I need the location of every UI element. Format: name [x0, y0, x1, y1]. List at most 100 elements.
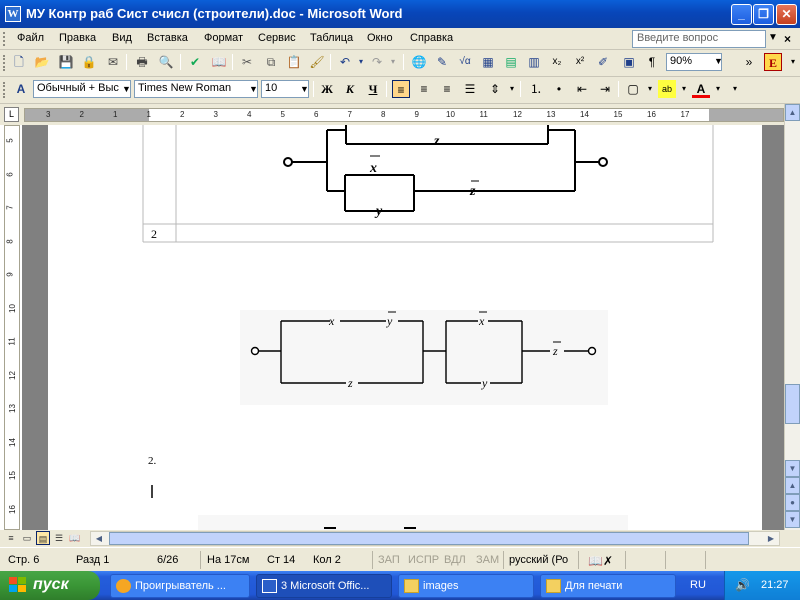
previous-page-icon[interactable]: ▲: [785, 477, 800, 494]
print-preview-icon[interactable]: 🔍: [157, 53, 175, 71]
style-select[interactable]: Обычный + Выс: [33, 80, 131, 98]
superscript-icon[interactable]: x²: [571, 53, 589, 71]
drawing-icon[interactable]: ✐: [594, 53, 612, 71]
line-spacing-icon[interactable]: ⇕: [486, 80, 504, 98]
chevron-down-icon[interactable]: ▼: [300, 84, 309, 94]
chevron-down-icon[interactable]: ▼: [122, 84, 131, 94]
copy-icon[interactable]: ⧉: [262, 53, 280, 71]
scroll-up-icon[interactable]: ▲: [785, 104, 800, 121]
task-images-folder[interactable]: images: [398, 574, 534, 598]
bold-button[interactable]: Ж: [318, 80, 336, 98]
close-document-icon[interactable]: ×: [784, 32, 791, 46]
status-track-changes[interactable]: ИСПР: [408, 554, 439, 566]
normal-view-icon[interactable]: ≡: [4, 531, 18, 545]
document-area[interactable]: z x y z 2 x y z x y z 2.: [22, 125, 784, 530]
format-painter-icon[interactable]: 🖌: [308, 53, 326, 71]
task-media-player[interactable]: Проигрыватель ...: [110, 574, 250, 598]
horizontal-ruler[interactable]: 3 2 1 1 2 3 4 5 6 7 8 9 10 11 12 13 14 15 16 17: [24, 108, 784, 122]
start-button[interactable]: пуск: [0, 571, 100, 600]
print-layout-icon[interactable]: ▤: [36, 531, 50, 545]
chevron-down-icon[interactable]: ▼: [768, 32, 778, 43]
cut-icon[interactable]: ✂: [238, 53, 256, 71]
vertical-scrollbar[interactable]: ▲ ▼ ▲ ● ▼: [784, 104, 800, 530]
insert-table-icon[interactable]: ▦: [479, 53, 497, 71]
menu-insert[interactable]: Вставка: [147, 32, 188, 44]
font-select[interactable]: Times New Roman: [134, 80, 258, 98]
align-left-icon[interactable]: ≡: [392, 80, 410, 98]
menu-format[interactable]: Формат: [204, 32, 243, 44]
menu-view[interactable]: Вид: [112, 32, 132, 44]
chevron-down-icon[interactable]: ▾: [675, 80, 693, 98]
word-app-icon[interactable]: W: [5, 6, 21, 22]
clock[interactable]: 21:27: [761, 579, 789, 591]
chevron-down-icon[interactable]: ▾: [503, 80, 521, 98]
tables-borders-icon[interactable]: ✎: [433, 53, 451, 71]
new-document-icon[interactable]: 🗋: [10, 53, 28, 71]
insert-excel-icon[interactable]: ▤: [502, 53, 520, 71]
spelling-status-icon[interactable]: 📖✗: [588, 554, 613, 568]
scroll-left-icon[interactable]: ◀: [91, 532, 107, 545]
toolbar-options-icon[interactable]: »: [740, 53, 758, 71]
network-icon[interactable]: 🔊: [735, 578, 750, 592]
subscript-icon[interactable]: x₂: [548, 53, 566, 71]
addin-e-icon[interactable]: E: [764, 53, 782, 71]
menu-tools[interactable]: Сервис: [258, 32, 296, 44]
browse-object-icon[interactable]: ●: [785, 494, 800, 511]
status-overtype[interactable]: ЗАМ: [476, 554, 499, 566]
borders-icon[interactable]: ▢: [624, 80, 642, 98]
open-folder-icon[interactable]: 📂: [33, 53, 51, 71]
status-record[interactable]: ЗАП: [378, 554, 400, 566]
reading-view-icon[interactable]: 📖: [68, 531, 82, 545]
justify-icon[interactable]: ☰: [461, 80, 479, 98]
underline-button[interactable]: Ч: [364, 80, 382, 98]
bullets-icon[interactable]: •: [550, 80, 568, 98]
document-page[interactable]: z x y z 2 x y z x y z 2.: [48, 125, 762, 530]
equation-icon[interactable]: √α: [456, 53, 474, 71]
hyperlink-icon[interactable]: 🌐: [410, 53, 428, 71]
chevron-down-icon[interactable]: ▼: [714, 56, 723, 66]
close-button[interactable]: ✕: [776, 4, 797, 25]
italic-button[interactable]: К: [341, 80, 359, 98]
outline-view-icon[interactable]: ☰: [52, 531, 66, 545]
spelling-icon[interactable]: ✔: [186, 53, 204, 71]
task-microsoft-office[interactable]: 3 Microsoft Offic...: [256, 574, 392, 598]
status-extend[interactable]: ВДЛ: [444, 554, 466, 566]
vertical-ruler[interactable]: 5 6 7 8 9 10 11 12 13 14 15 16: [4, 125, 20, 530]
scroll-right-icon[interactable]: ▶: [763, 532, 779, 545]
horizontal-scroll-thumb[interactable]: [109, 532, 749, 545]
show-formatting-icon[interactable]: ¶: [643, 53, 661, 71]
web-view-icon[interactable]: ▭: [20, 531, 34, 545]
email-icon[interactable]: ✉: [104, 53, 122, 71]
horizontal-scrollbar[interactable]: ◀ ▶: [90, 531, 780, 546]
styles-icon[interactable]: A: [12, 80, 30, 98]
language-indicator[interactable]: RU: [690, 579, 706, 591]
chevron-down-icon[interactable]: ▼: [249, 84, 258, 94]
align-center-icon[interactable]: ≡: [415, 80, 433, 98]
chevron-down-icon[interactable]: ▾: [709, 80, 727, 98]
chevron-down-icon[interactable]: ▾: [641, 80, 659, 98]
chevron-down-icon[interactable]: ▾: [384, 53, 402, 71]
font-color-icon[interactable]: A: [692, 80, 710, 98]
menu-window[interactable]: Окно: [367, 32, 393, 44]
scroll-down-icon[interactable]: ▼: [785, 460, 800, 477]
numbering-icon[interactable]: ⒈: [527, 80, 545, 98]
ask-question-input[interactable]: Введите вопрос: [632, 30, 766, 48]
menu-grip[interactable]: [3, 32, 6, 46]
menu-table[interactable]: Таблица: [310, 32, 353, 44]
minimize-button[interactable]: _: [731, 4, 752, 25]
menu-edit[interactable]: Правка: [59, 32, 96, 44]
task-print-folder[interactable]: Для печати: [540, 574, 676, 598]
align-right-icon[interactable]: ≡: [438, 80, 456, 98]
maximize-button[interactable]: ❐: [753, 4, 774, 25]
permission-icon[interactable]: 🔒: [80, 53, 98, 71]
tab-stop-selector[interactable]: L: [4, 107, 19, 122]
decrease-indent-icon[interactable]: ⇤: [573, 80, 591, 98]
paste-icon[interactable]: 📋: [285, 53, 303, 71]
menu-file[interactable]: Файл: [17, 32, 44, 44]
toolbar-options-icon[interactable]: ▾: [784, 53, 800, 71]
save-icon[interactable]: 💾: [57, 53, 75, 71]
toolbar-options-icon[interactable]: ▾: [726, 80, 744, 98]
highlight-icon[interactable]: ab: [658, 80, 676, 98]
increase-indent-icon[interactable]: ⇥: [596, 80, 614, 98]
vertical-scroll-thumb[interactable]: [785, 384, 800, 424]
